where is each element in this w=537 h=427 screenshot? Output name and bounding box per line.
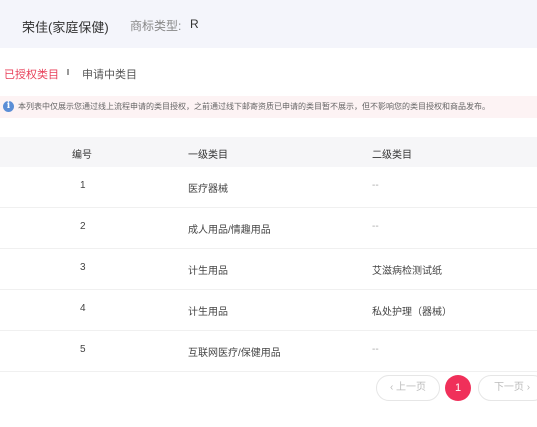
- notice-text: 本列表中仅展示您通过线上流程申请的类目授权，之前通过线下邮寄资质已申请的类目暂不…: [18, 102, 490, 111]
- next-page-button[interactable]: 下一页 ›: [478, 375, 537, 401]
- table-row: 4 计生用品 私处护理（器械）: [0, 290, 537, 331]
- cell-level2: --: [372, 221, 379, 232]
- tab-divider: [67, 69, 69, 75]
- table-header: 编号 一级类目 二级类目: [0, 137, 537, 167]
- cell-level2: --: [372, 344, 379, 355]
- column-header-number: 编号: [72, 150, 92, 161]
- tab-applying[interactable]: 申请中类目: [82, 66, 137, 82]
- cell-level1: 计生用品: [188, 266, 228, 277]
- prev-page-button[interactable]: ‹ 上一页: [376, 375, 440, 401]
- column-header-level2: 二级类目: [372, 150, 412, 161]
- cell-number: 4: [80, 303, 86, 314]
- trademark-type-label: 商标类型:: [130, 19, 182, 33]
- category-tabs: 已授权类目 申请中类目: [0, 66, 537, 84]
- table-row: 5 互联网医疗/保健用品 --: [0, 331, 537, 372]
- page-number-current[interactable]: 1: [445, 375, 471, 401]
- cell-level2: --: [372, 180, 379, 191]
- notice-bar: i 本列表中仅展示您通过线上流程申请的类目授权，之前通过线下邮寄资质已申请的类目…: [0, 96, 537, 118]
- category-table: 编号 一级类目 二级类目 1 医疗器械 -- 2 成人用品/情趣用品 -- 3 …: [0, 137, 537, 372]
- table-row: 3 计生用品 艾滋病检测试纸: [0, 249, 537, 290]
- cell-number: 1: [80, 180, 86, 191]
- cell-level2: 私处护理（器械）: [372, 307, 452, 318]
- page-header: 荣佳(家庭保健) 商标类型: R: [0, 0, 537, 48]
- cell-number: 2: [80, 221, 86, 232]
- tab-authorized[interactable]: 已授权类目: [4, 66, 59, 82]
- cell-number: 5: [80, 344, 86, 355]
- table-row: 2 成人用品/情趣用品 --: [0, 208, 537, 249]
- cell-level1: 医疗器械: [188, 184, 228, 195]
- column-header-level1: 一级类目: [188, 150, 228, 161]
- cell-level2: 艾滋病检测试纸: [372, 266, 442, 277]
- table-row: 1 医疗器械 --: [0, 167, 537, 208]
- brand-name: 荣佳(家庭保健): [22, 20, 109, 35]
- trademark-type-value: R: [190, 17, 199, 31]
- cell-level1: 计生用品: [188, 307, 228, 318]
- cell-level1: 互联网医疗/保健用品: [188, 348, 281, 359]
- info-icon: i: [3, 101, 14, 112]
- cell-number: 3: [80, 262, 86, 273]
- cell-level1: 成人用品/情趣用品: [188, 225, 271, 236]
- pagination: ‹ 上一页 1 下一页 ›: [0, 375, 537, 401]
